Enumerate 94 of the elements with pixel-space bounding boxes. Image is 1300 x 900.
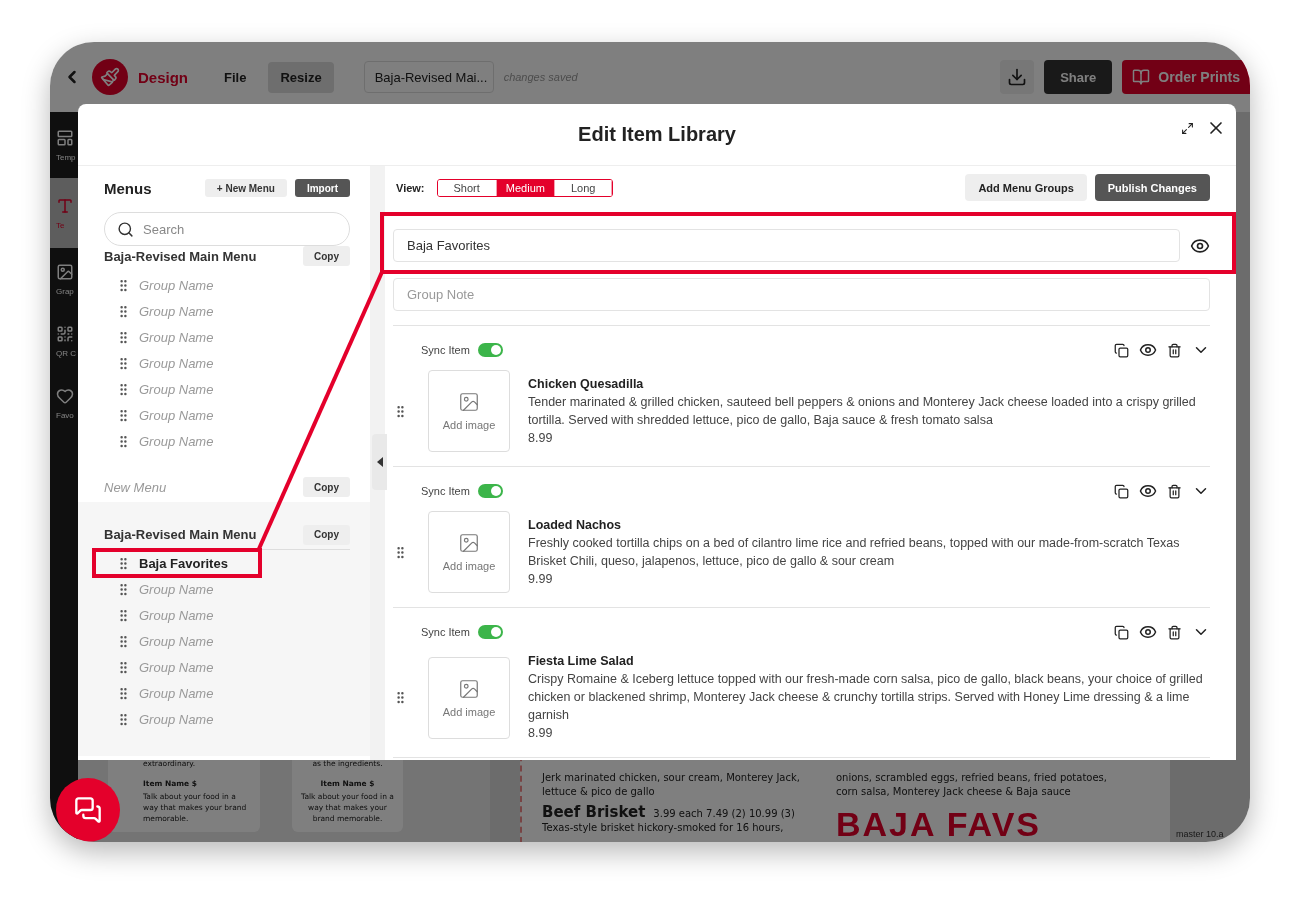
image-icon [458,532,480,554]
book-icon [1132,68,1151,86]
banner-heading: BAJA FAVS [835,805,1042,842]
heart-icon [56,386,74,405]
view-label: View: [396,181,425,194]
sync-toggle[interactable] [477,343,503,357]
image-icon [458,391,480,413]
menu-name[interactable]: New Menu [104,479,167,495]
caret-icon [376,457,383,467]
group-name[interactable]: Group Name [139,433,214,449]
copy-icon[interactable] [1114,342,1129,358]
copy-icon[interactable] [1114,483,1129,499]
trash-icon[interactable] [1167,342,1182,358]
group-name[interactable]: Group Name [139,303,214,319]
dish-description: lettuce & pico de gallo [542,785,656,799]
item-name: Fiesta Lime Salad [528,653,635,670]
menu-name[interactable]: Baja-Revised Main Menu [104,248,257,264]
copy-button[interactable]: Copy [303,477,350,497]
dish-name: Beef Brisket [542,803,646,821]
menu-tab[interactable]: Resize [268,61,334,93]
add-image-button[interactable]: Add image [428,370,510,452]
item-name: Chicken Quesadilla [528,375,645,393]
copy-button[interactable]: Copy [303,246,350,266]
search-icon [117,221,134,238]
sync-label: Sync Item [421,485,470,497]
eye-icon[interactable] [1139,341,1157,359]
modal-title: Edit Item Library [578,123,736,146]
item-description: Tender marinated & grilled chicken, sauteed bell peppers & onions and Monterey Jack cheese loaded into a crispy grilled tortilla. Served with shredded lettuce, pico de gallo, Baja sauce & fresh tomato salsa [528,393,1197,429]
download-icon[interactable] [1000,60,1035,94]
group-name[interactable]: Group Name [139,355,214,371]
document-title-field[interactable]: Baja-Revised Mai... [363,61,494,93]
group-name[interactable]: Group Name [139,407,214,423]
eye-icon[interactable] [1139,482,1157,500]
tool-item[interactable]: QR C [50,310,78,372]
sync-toggle[interactable] [477,625,503,639]
dish-description: Texas-style brisket hickory-smoked for 16 hours, [542,821,785,835]
trash-icon[interactable] [1167,624,1182,640]
sync-label: Sync Item [421,344,470,356]
brush-logo-icon [92,59,128,95]
menu-tab[interactable]: File [212,61,259,93]
group-name[interactable]: Group Name [139,581,214,597]
group-name[interactable]: Group Name [139,277,214,293]
share-button[interactable]: Share [1044,60,1113,94]
item-name: Loaded Nachos [528,516,623,534]
group-name[interactable]: Group Name [139,633,214,649]
dish-prices: 3.99 each 7.49 (2) 10.99 (3) [653,808,795,819]
qr-code-icon [56,324,74,343]
layout-icon [56,128,74,147]
item-price: 8.99 [528,429,554,447]
group-name-field[interactable]: Baja Favorites [393,229,1180,262]
add-menu-groups-button[interactable]: Add Menu Groups [965,174,1087,201]
brand-name: Design [138,68,188,86]
sync-label: Sync Item [421,626,470,638]
letter-t-icon [56,196,74,215]
group-name[interactable]: Baja Favorites [139,555,228,571]
page-label: master 10.a [1176,829,1224,839]
view-option[interactable]: Medium [496,179,555,196]
expand-icon[interactable] [1181,121,1194,135]
tool-item[interactable]: Temp [50,112,78,178]
eye-icon[interactable] [1139,623,1157,641]
copy-button[interactable]: Copy [303,524,350,545]
dish-description: corn salsa, Monterey Jack cheese & Baja sauce [835,785,1072,799]
search-field[interactable]: Search [104,212,350,246]
tool-item[interactable]: Favo [50,372,78,434]
sync-toggle[interactable] [477,484,503,498]
copy-icon[interactable] [1114,624,1129,640]
group-name[interactable]: Group Name [139,607,214,623]
group-name[interactable]: Group Name [139,711,214,727]
collapse-handle[interactable] [372,434,387,490]
menu-name[interactable]: Baja-Revised Main Menu [104,527,257,542]
dish-description: Jerk marinated chicken, sour cream, Monterey Jack, [542,771,800,785]
new-menu-button[interactable]: + New Menu [204,179,287,197]
view-option[interactable]: Short [437,179,497,196]
chat-bubbles-icon [74,796,102,824]
group-name[interactable]: Group Name [139,659,214,675]
item-price: 8.99 [528,725,554,742]
import-button[interactable]: Import [294,179,350,197]
group-name[interactable]: Group Name [139,329,214,345]
dish-description: onions, scrambled eggs, refried beans, fried potatoes, [835,771,1107,785]
item-description: Freshly cooked tortilla chips on a bed of cilantro lime rice and refried beans, topped with our made-from-scratch Texas Brisket Chili, queso, jalapenos, lettuce, pico de gallo & sour cream [528,534,1181,570]
publish-changes-button[interactable]: Publish Changes [1094,174,1210,201]
order-prints-button[interactable]: Order Prints [1122,60,1250,94]
tool-item[interactable]: Grap [50,248,78,310]
panel-heading: Menus [104,179,153,197]
item-description: Crispy Romaine & Iceberg lettuce topped with our fresh-made corn salsa, pico de gallo, black beans, your choice of grilled chicken or blackened shrimp, Monterey Jack cheese & crunchy tortilla strips. Served with Honey Lime dressing & a lime garnish [528,671,1204,724]
trash-icon[interactable] [1167,483,1182,499]
image-icon [458,677,480,700]
add-image-button[interactable]: Add image [428,656,510,739]
group-note-field[interactable]: Group Note [393,278,1210,311]
item-price: 9.99 [528,570,554,588]
group-name[interactable]: Group Name [139,685,214,701]
group-name[interactable]: Group Name [139,381,214,397]
add-image-button[interactable]: Add image [428,511,510,593]
image-icon [56,262,74,281]
